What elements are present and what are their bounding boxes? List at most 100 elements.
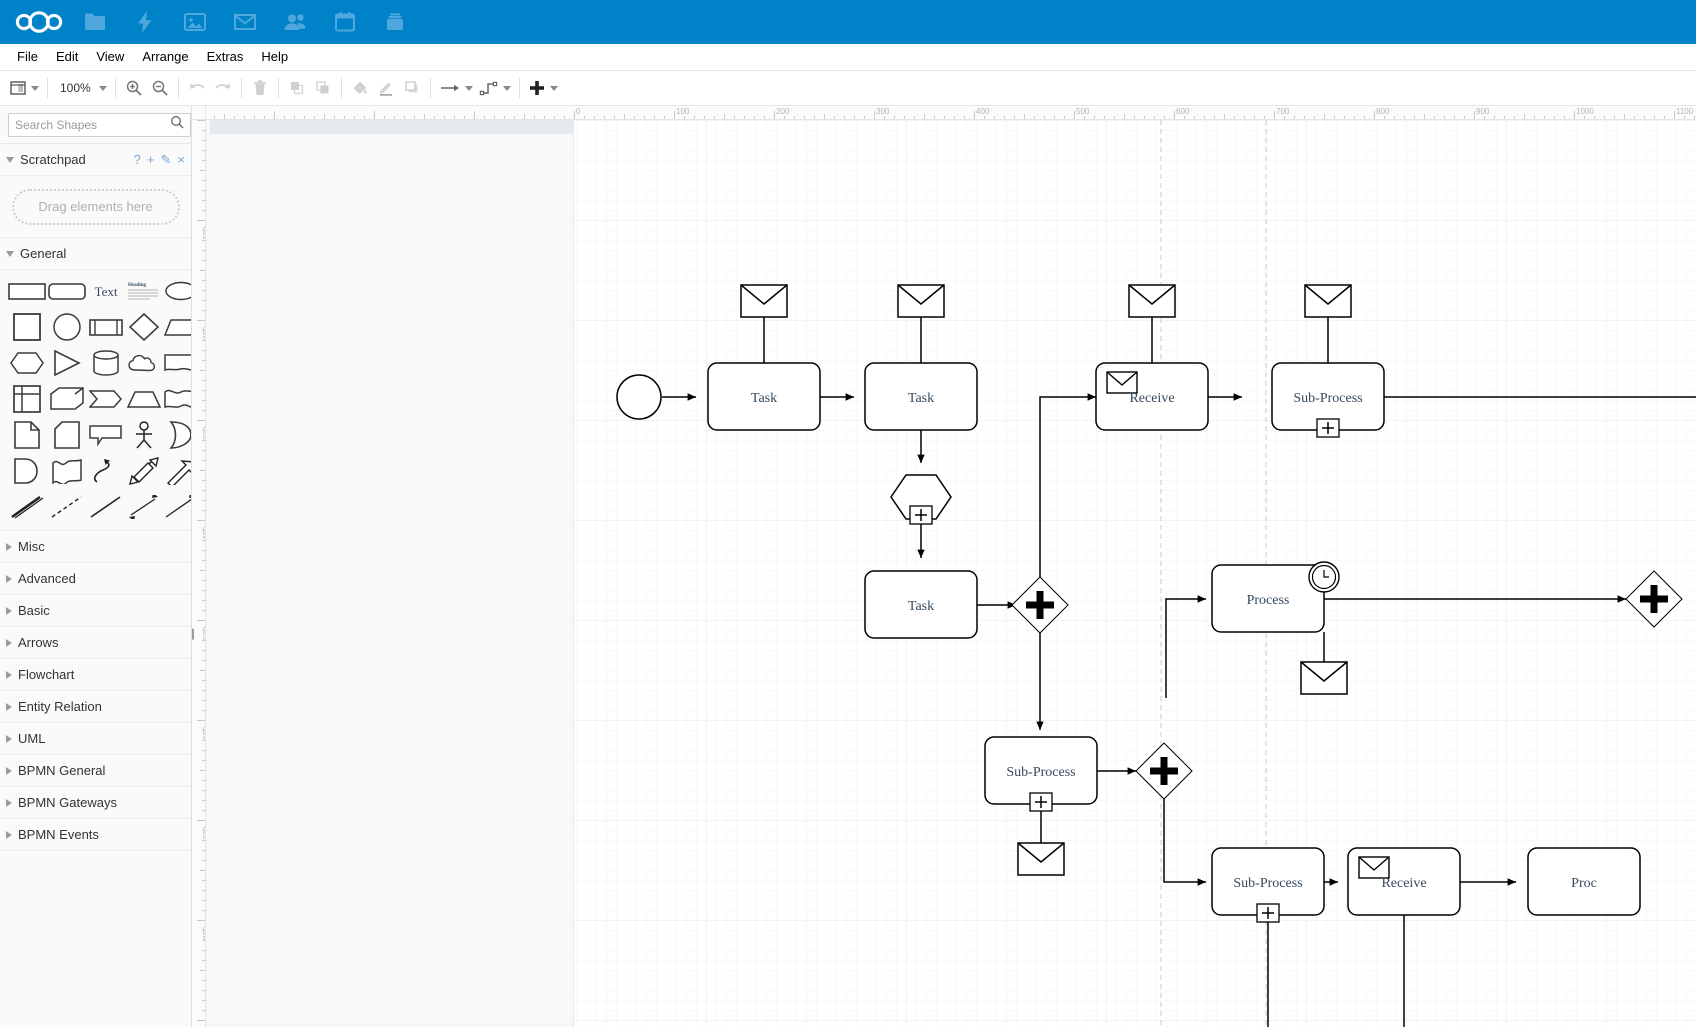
shape-diamond[interactable] xyxy=(126,313,162,341)
sidebar-item-label: UML xyxy=(18,731,46,746)
insert-button[interactable] xyxy=(525,74,561,102)
shape-bidirectional-arrow[interactable] xyxy=(126,457,162,485)
shape-triangle[interactable] xyxy=(48,350,86,376)
shape-line-double[interactable] xyxy=(8,494,46,520)
line-color-button[interactable] xyxy=(373,74,399,102)
activity-icon[interactable] xyxy=(120,0,170,44)
mail-icon[interactable] xyxy=(220,0,270,44)
sidebar-item-uml[interactable]: UML xyxy=(0,723,191,755)
search-icon[interactable] xyxy=(170,115,184,134)
shape-actor[interactable] xyxy=(126,421,162,449)
menu-file[interactable]: File xyxy=(8,45,47,69)
shape-curve[interactable] xyxy=(88,458,124,484)
toolbar-separator xyxy=(277,78,279,98)
shape-callout[interactable] xyxy=(88,422,124,448)
section-scratchpad[interactable]: Scratchpad ? + ✎ × xyxy=(0,144,191,176)
sidebar-item-advanced[interactable]: Advanced xyxy=(0,563,191,595)
shape-arrow[interactable] xyxy=(164,458,191,485)
zoom-out-button[interactable] xyxy=(147,74,173,102)
diagram-canvas[interactable]: Task Task Receive Sub-Process Task Proce… xyxy=(206,120,1696,1027)
horizontal-ruler[interactable]: 0 100 200 300 400 500 600 700 800 900 1000 1100 xyxy=(206,106,1696,120)
shape-cloud[interactable] xyxy=(126,350,162,376)
delete-button[interactable] xyxy=(247,74,273,102)
waypoints-button[interactable] xyxy=(476,74,514,102)
sidebar-item-bpmn-general[interactable]: BPMN General xyxy=(0,755,191,787)
shadow-button[interactable] xyxy=(399,74,425,102)
shape-process[interactable] xyxy=(88,314,124,340)
shape-rounded-rectangle[interactable] xyxy=(48,278,86,304)
zoom-in-button[interactable] xyxy=(121,74,147,102)
to-front-button[interactable] xyxy=(284,74,310,102)
shape-rectangle[interactable] xyxy=(8,278,46,304)
menu-arrange[interactable]: Arrange xyxy=(133,45,197,69)
shape-circle[interactable] xyxy=(48,313,86,341)
shape-square[interactable] xyxy=(8,313,46,341)
menu-bar: File Edit View Arrange Extras Help xyxy=(0,44,1696,71)
shape-tape[interactable] xyxy=(164,386,191,412)
menu-extras[interactable]: Extras xyxy=(198,45,253,69)
svg-text:Heading: Heading xyxy=(128,283,147,288)
sidebar-item-bpmn-gateways[interactable]: BPMN Gateways xyxy=(0,787,191,819)
bpmn-diagram[interactable]: Task Task Receive Sub-Process Task Proce… xyxy=(206,120,1696,1027)
shape-textbox[interactable]: Heading xyxy=(126,278,162,304)
scratchpad-close-icon[interactable]: × xyxy=(177,153,185,166)
shape-cube[interactable] xyxy=(48,386,86,412)
sidebar-item-basic[interactable]: Basic xyxy=(0,595,191,627)
sidebar-item-bpmn-events[interactable]: BPMN Events xyxy=(0,819,191,851)
sidebar-item-entity-relation[interactable]: Entity Relation xyxy=(0,691,191,723)
search-input[interactable] xyxy=(15,117,170,132)
connection-arrow-button[interactable] xyxy=(436,74,476,102)
menu-edit[interactable]: Edit xyxy=(47,45,87,69)
shape-line-bidirectional[interactable] xyxy=(126,494,162,520)
shape-parallelogram[interactable] xyxy=(164,314,191,340)
toolbar-separator xyxy=(47,78,48,98)
undo-button[interactable] xyxy=(184,74,210,102)
section-general[interactable]: General xyxy=(0,238,191,270)
zoom-level-button[interactable]: 100% xyxy=(53,74,110,102)
node-label-task3: Task xyxy=(908,599,934,614)
shape-trapezoid[interactable] xyxy=(126,386,162,412)
deck-icon[interactable] xyxy=(370,0,420,44)
scratchpad-dropzone[interactable]: Drag elements here xyxy=(11,188,180,225)
sidebar-item-arrows[interactable]: Arrows xyxy=(0,627,191,659)
shape-card[interactable] xyxy=(48,421,86,449)
shape-internal-storage[interactable] xyxy=(8,385,46,413)
shape-line[interactable] xyxy=(88,494,124,520)
shape-line-dashed[interactable] xyxy=(48,494,86,520)
shape-cylinder[interactable] xyxy=(88,350,124,376)
general-shape-grid: Text Heading xyxy=(0,270,191,531)
sidebar-item-misc[interactable]: Misc xyxy=(0,531,191,563)
sidebar-item-flowchart[interactable]: Flowchart xyxy=(0,659,191,691)
scratchpad-help-icon[interactable]: ? xyxy=(134,153,141,166)
files-icon[interactable] xyxy=(70,0,120,44)
shape-or[interactable] xyxy=(164,421,191,449)
shape-delay[interactable] xyxy=(8,458,46,484)
shape-hexagon[interactable] xyxy=(8,350,46,376)
shape-note[interactable] xyxy=(8,421,46,449)
vertical-ruler[interactable]: 100200300400500600700800900 xyxy=(192,120,206,1027)
shape-display[interactable] xyxy=(48,458,86,484)
chevron-down-icon xyxy=(464,85,473,91)
shape-ellipse[interactable] xyxy=(164,278,191,304)
canvas-area[interactable]: 0 100 200 300 400 500 600 700 800 900 1000 1100 100… xyxy=(192,106,1696,1027)
shape-line-arrow[interactable] xyxy=(164,494,191,520)
redo-button[interactable] xyxy=(210,74,236,102)
calendar-icon[interactable] xyxy=(320,0,370,44)
to-back-button[interactable] xyxy=(310,74,336,102)
shape-text[interactable]: Text xyxy=(88,278,124,304)
scratchpad-edit-icon[interactable]: ✎ xyxy=(161,153,172,166)
menu-view[interactable]: View xyxy=(87,45,133,69)
contacts-icon[interactable] xyxy=(270,0,320,44)
menu-help[interactable]: Help xyxy=(252,45,297,69)
nextcloud-logo-icon[interactable] xyxy=(8,0,70,44)
photos-icon[interactable] xyxy=(170,0,220,44)
sidebar-item-label: Basic xyxy=(18,603,50,618)
sidebar-item-label: Arrows xyxy=(18,635,59,650)
fill-color-button[interactable] xyxy=(347,74,373,102)
chevron-right-icon xyxy=(6,734,12,743)
shape-document[interactable] xyxy=(164,350,191,376)
search-shapes-box[interactable] xyxy=(8,112,191,137)
view-layout-button[interactable] xyxy=(6,74,42,102)
scratchpad-add-icon[interactable]: + xyxy=(147,153,155,166)
shape-step[interactable] xyxy=(88,386,124,412)
